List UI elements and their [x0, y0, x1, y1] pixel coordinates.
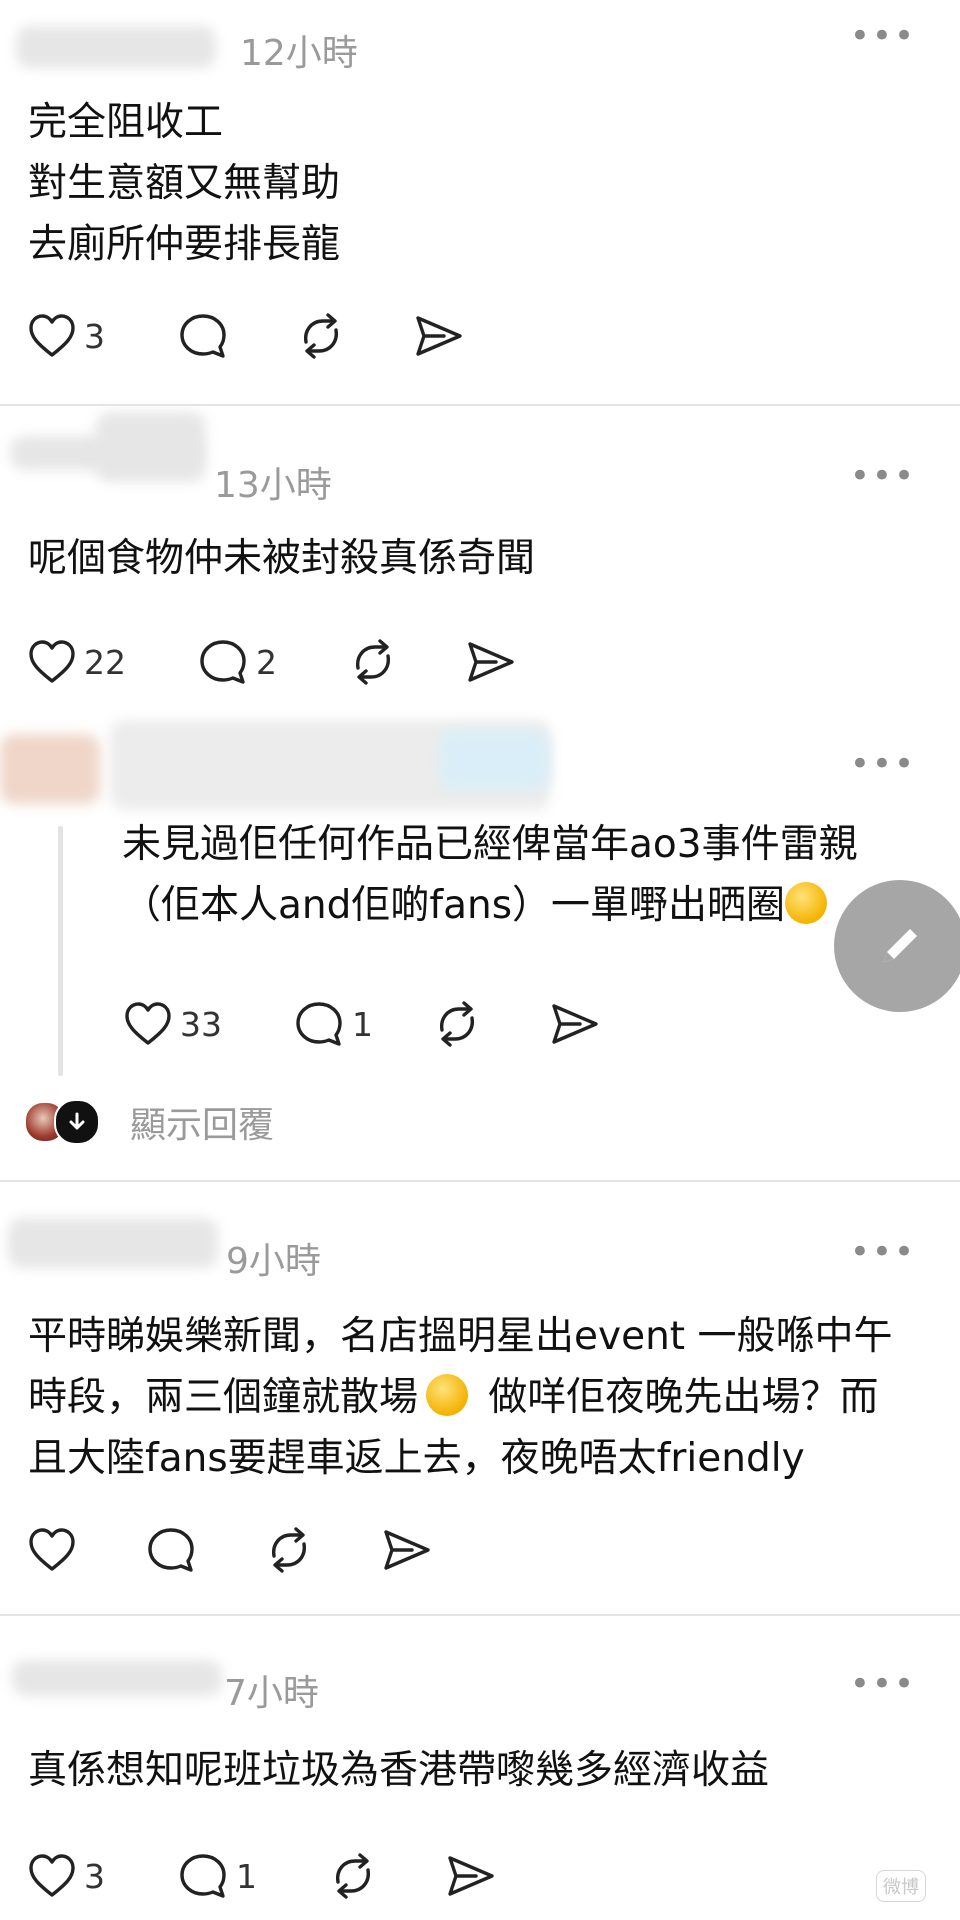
more-options-icon[interactable]: ••• [850, 1667, 916, 1701]
avatar-redacted [96, 412, 206, 482]
post-body: 平時睇娛樂新聞，名店搵明星出event 一般喺中午 時段，兩三個鐘就散場 做咩佢… [28, 1314, 893, 1481]
avatar [54, 1099, 100, 1145]
action-bar: 3 1 [28, 1852, 526, 1900]
like-count: 22 [84, 642, 126, 682]
reply-count: 1 [352, 1004, 373, 1044]
reply-button[interactable]: 1 [294, 1000, 432, 1048]
reply-count: 2 [256, 642, 277, 682]
heart-icon [29, 1854, 75, 1897]
like-button[interactable]: 33 [124, 1001, 294, 1047]
watermark: 微博 [876, 1870, 926, 1902]
share-icon [416, 316, 462, 356]
repost-button[interactable] [296, 312, 414, 360]
post-body: 完全阻收工 對生意額又無幫助 去廁所仲要排長龍 [28, 100, 341, 267]
like-count: 3 [84, 316, 105, 356]
share-icon [448, 1856, 494, 1896]
comment-icon [200, 640, 246, 684]
like-count: 33 [180, 1004, 222, 1044]
repost-icon [356, 639, 390, 685]
share-button[interactable] [466, 639, 546, 685]
like-button[interactable]: 3 [28, 313, 178, 359]
more-options-icon[interactable]: ••• [850, 459, 916, 493]
heart-icon [125, 1002, 171, 1045]
reply-button[interactable] [146, 1526, 264, 1574]
share-button[interactable] [446, 1853, 526, 1899]
action-bar: 33 1 [124, 1000, 630, 1048]
repost-button[interactable] [432, 1000, 550, 1048]
share-icon [552, 1004, 598, 1044]
post-2: 13小時 ••• 呢個食物仲未被封殺真係奇聞 22 2 [0, 406, 960, 706]
compose-button[interactable] [834, 880, 960, 1012]
repost-button[interactable] [328, 1852, 446, 1900]
comment-icon [180, 1854, 226, 1898]
repost-icon [440, 1001, 474, 1047]
repost-icon [304, 313, 338, 359]
like-button[interactable] [28, 1527, 146, 1573]
share-button[interactable] [382, 1527, 462, 1573]
comment-icon [148, 1528, 194, 1572]
monocle-emoji-icon [426, 1374, 469, 1416]
username-redacted [8, 1218, 218, 1268]
rofl-emoji-icon [785, 882, 828, 924]
more-options-icon[interactable]: ••• [850, 1235, 916, 1269]
post-body: 呢個食物仲未被封殺真係奇聞 [28, 536, 536, 581]
heart-icon [29, 640, 75, 683]
pencil-icon [884, 929, 917, 962]
post-body: 真係想知呢班垃圾為香港帶嚟幾多經濟收益 [28, 1748, 770, 1793]
more-options-icon[interactable]: ••• [850, 19, 916, 53]
username-redacted [0, 734, 100, 804]
username-redacted [440, 730, 550, 790]
show-replies-label: 顯示回覆 [130, 1105, 275, 1146]
reply-button[interactable]: 2 [198, 638, 348, 686]
username-redacted [16, 26, 216, 68]
reply-button[interactable] [178, 312, 296, 360]
username-redacted [12, 1660, 222, 1696]
post-body: 未見過佢任何作品已經俾當年ao3事件雷親 （佢本人and佢啲fans）一單嘢出晒… [122, 822, 858, 928]
like-button[interactable]: 3 [28, 1853, 178, 1899]
comment-icon [180, 314, 226, 358]
show-replies[interactable]: 顯示回覆 [24, 1096, 274, 1148]
comment-icon [296, 1002, 342, 1046]
reply-button[interactable]: 1 [178, 1852, 328, 1900]
post-time: 9小時 [226, 1241, 321, 1282]
like-button[interactable]: 22 [28, 639, 198, 685]
post-time: 7小時 [224, 1673, 319, 1714]
repost-button[interactable] [264, 1526, 382, 1574]
repost-button[interactable] [348, 638, 466, 686]
share-button[interactable] [414, 313, 494, 359]
post-4: 9小時 ••• 平時睇娛樂新聞，名店搵明星出event 一般喺中午 時段，兩三個… [0, 1182, 960, 1614]
post-time: 12小時 [240, 33, 358, 74]
reply-count: 1 [236, 1856, 257, 1896]
action-bar [28, 1526, 462, 1574]
more-options-icon[interactable]: ••• [850, 747, 916, 781]
heart-icon [29, 1528, 75, 1571]
thread-line [58, 826, 63, 1076]
heart-icon [29, 314, 75, 357]
arrow-down-icon [69, 1112, 85, 1130]
post-1: 12小時 ••• 完全阻收工 對生意額又無幫助 去廁所仲要排長龍 3 [0, 0, 960, 404]
post-5: 7小時 ••• 真係想知呢班垃圾為香港帶嚟幾多經濟收益 3 1 [0, 1616, 960, 1920]
repost-icon [336, 1853, 370, 1899]
share-button[interactable] [550, 1001, 630, 1047]
share-icon [468, 642, 514, 682]
action-bar: 22 2 [28, 638, 546, 686]
action-bar: 3 [28, 312, 494, 360]
repost-icon [272, 1527, 306, 1573]
like-count: 3 [84, 1856, 105, 1896]
post-time: 13小時 [214, 465, 332, 506]
share-icon [384, 1530, 430, 1570]
